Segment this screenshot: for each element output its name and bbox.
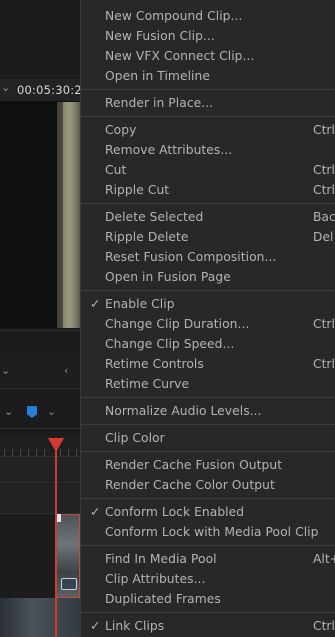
menu-item-render-cache-color-output[interactable]: Render Cache Color Output <box>81 475 335 495</box>
menu-item-label: Retime Controls <box>105 357 204 371</box>
menu-item-label: Find In Media Pool <box>105 552 217 566</box>
menu-item-label: Retime Curve <box>105 377 190 391</box>
menu-item-render-in-place[interactable]: Render in Place... <box>81 93 335 113</box>
menu-item-label: Conform Lock Enabled <box>105 505 245 519</box>
menu-item-label: Ripple Cut <box>105 183 170 197</box>
checkmark-icon: ✓ <box>90 618 101 633</box>
menu-item-label: Link Clips <box>105 619 165 633</box>
menu-item-shortcut: Ctrl- <box>313 619 335 633</box>
menu-item-label: Copy <box>105 123 137 137</box>
menu-separator <box>81 290 335 291</box>
chevron-left-icon[interactable]: ‹ <box>64 364 68 377</box>
menu-item-shortcut: Ctrl- <box>313 317 335 331</box>
menu-item-label: Conform Lock with Media Pool Clip <box>105 525 319 539</box>
menu-item-label: Open in Fusion Page <box>105 270 231 284</box>
menu-item-label: Remove Attributes... <box>105 143 233 157</box>
menu-separator <box>81 451 335 452</box>
chevron-down-icon[interactable]: ⌄ <box>47 405 56 418</box>
menu-item-open-in-fusion-page[interactable]: Open in Fusion Page <box>81 267 335 287</box>
clip-badge-icon <box>61 578 77 590</box>
menu-item-shortcut: Bac <box>313 210 335 224</box>
menu-item-retime-controls[interactable]: Retime Controls Ctrl- <box>81 354 335 374</box>
menu-item-label: Open in Timeline <box>105 69 210 83</box>
timeline-ruler[interactable] <box>0 436 80 457</box>
menu-item-label: Clip Color <box>105 431 165 445</box>
checkmark-icon: ✓ <box>90 296 101 311</box>
menu-item-remove-attributes[interactable]: Remove Attributes... <box>81 140 335 160</box>
menu-item-label: Delete Selected <box>105 210 204 224</box>
menu-item-label: Duplicated Frames <box>105 592 221 606</box>
chevron-down-icon[interactable]: ⌄ <box>1 81 10 94</box>
menu-item-shortcut: Ctrl- <box>313 183 335 197</box>
menu-item-shortcut: Alt+ <box>313 552 335 566</box>
menu-item-open-in-timeline[interactable]: Open in Timeline <box>81 66 335 86</box>
menu-separator <box>81 612 335 613</box>
menu-item-label: Ripple Delete <box>105 230 189 244</box>
menu-item-label: Render in Place... <box>105 96 214 110</box>
playhead-line[interactable] <box>55 450 57 637</box>
menu-item-conform-lock-with-media-pool-clip[interactable]: Conform Lock with Media Pool Clip <box>81 522 335 542</box>
menu-item-label: Render Cache Color Output <box>105 478 275 492</box>
timeline-controls-row: ⌄ ‹ <box>0 358 80 388</box>
menu-item-normalize-audio-levels[interactable]: Normalize Audio Levels... <box>81 401 335 421</box>
timeline-track[interactable] <box>0 483 80 514</box>
menu-item-label: Render Cache Fusion Output <box>105 458 283 472</box>
menu-item-link-clips[interactable]: ✓ Link Clips Ctrl- <box>81 616 335 636</box>
menu-item-conform-lock-enabled[interactable]: ✓ Conform Lock Enabled <box>81 502 335 522</box>
menu-item-label: Change Clip Duration... <box>105 317 250 331</box>
video-clip[interactable] <box>0 598 80 637</box>
menu-item-new-compound-clip[interactable]: New Compound Clip... <box>81 6 335 26</box>
menu-item-new-fusion-clip[interactable]: New Fusion Clip... <box>81 26 335 46</box>
menu-item-change-clip-duration[interactable]: Change Clip Duration... Ctrl- <box>81 314 335 334</box>
menu-item-shortcut: Ctrl- <box>313 123 335 137</box>
menu-item-label: Normalize Audio Levels... <box>105 404 262 418</box>
menu-item-find-in-media-pool[interactable]: Find In Media Pool Alt+ <box>81 549 335 569</box>
chevron-down-icon[interactable]: ⌄ <box>1 364 10 377</box>
playhead[interactable] <box>48 438 64 452</box>
menu-item-label: New Fusion Clip... <box>105 29 215 43</box>
menu-item-label: Change Clip Speed... <box>105 337 235 351</box>
menu-item-duplicated-frames[interactable]: Duplicated Frames <box>81 589 335 609</box>
menu-separator <box>81 397 335 398</box>
menu-item-label: Enable Clip <box>105 297 175 311</box>
menu-item-shortcut: Del <box>313 230 334 244</box>
menu-separator <box>81 116 335 117</box>
menu-separator <box>81 545 335 546</box>
timecode-display: 00:05:30:2 <box>17 83 80 97</box>
menu-item-ripple-cut[interactable]: Ripple Cut Ctrl- <box>81 180 335 200</box>
menu-item-clip-color[interactable]: Clip Color <box>81 428 335 448</box>
menu-item-label: Cut <box>105 163 127 177</box>
menu-item-ripple-delete[interactable]: Ripple Delete Del <box>81 227 335 247</box>
timecode-bar: ⌄ 00:05:30:2 <box>0 79 80 102</box>
menu-item-retime-curve[interactable]: Retime Curve <box>81 374 335 394</box>
menu-item-label: Reset Fusion Composition... <box>105 250 277 264</box>
timeline-track[interactable] <box>0 457 80 483</box>
menu-item-delete-selected[interactable]: Delete Selected Bac <box>81 207 335 227</box>
menu-item-reset-fusion-composition[interactable]: Reset Fusion Composition... <box>81 247 335 267</box>
menu-item-new-vfx-connect-clip[interactable]: New VFX Connect Clip... <box>81 46 335 66</box>
menu-item-label: Clip Attributes... <box>105 572 206 586</box>
menu-item-render-cache-fusion-output[interactable]: Render Cache Fusion Output <box>81 455 335 475</box>
menu-item-label: New VFX Connect Clip... <box>105 49 255 63</box>
menu-item-change-clip-speed[interactable]: Change Clip Speed... <box>81 334 335 354</box>
menu-separator <box>81 424 335 425</box>
checkmark-icon: ✓ <box>90 504 101 519</box>
menu-item-cut[interactable]: Cut Ctrl- <box>81 160 335 180</box>
menu-separator <box>81 89 335 90</box>
timeline-editor-panel: ⌄ 00:05:30:2 ⌄ ‹ ⌄ ⌄ <box>0 0 80 637</box>
menu-item-shortcut: Ctrl- <box>313 163 335 177</box>
clip-context-menu: New Compound Clip... New Fusion Clip... Ne… <box>80 0 335 637</box>
menu-separator <box>81 203 335 204</box>
menu-separator <box>81 498 335 499</box>
menu-item-shortcut: Ctrl- <box>313 357 335 371</box>
marker-flag-icon[interactable] <box>27 406 37 418</box>
menu-item-copy[interactable]: Copy Ctrl- <box>81 120 335 140</box>
chevron-down-icon[interactable]: ⌄ <box>4 405 13 418</box>
menu-item-enable-clip[interactable]: ✓ Enable Clip <box>81 294 335 314</box>
menu-item-clip-attributes[interactable]: Clip Attributes... <box>81 569 335 589</box>
menu-item-label: New Compound Clip... <box>105 9 243 23</box>
